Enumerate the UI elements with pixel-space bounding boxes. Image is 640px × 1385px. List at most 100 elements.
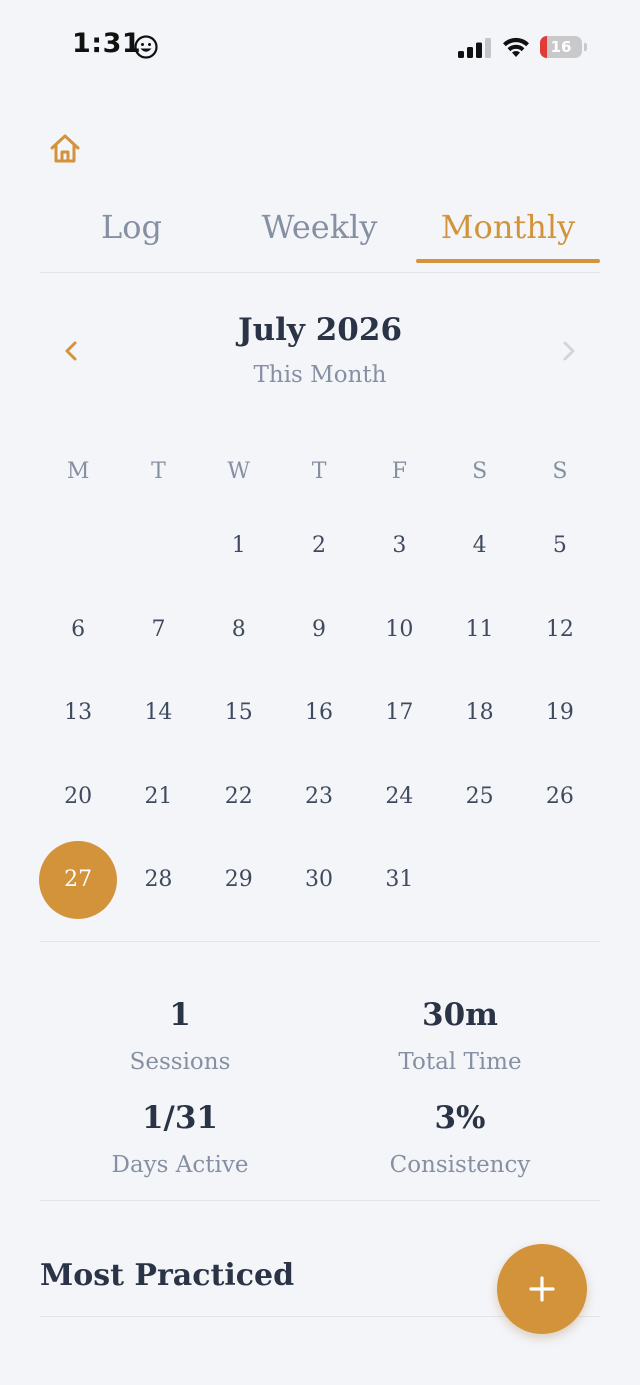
weekday-label: S <box>472 459 488 484</box>
stat-label: Total Time <box>398 1049 522 1075</box>
calendar-day[interactable]: 2 <box>279 504 359 588</box>
weekday-header-row: M T W T F S S <box>38 440 600 504</box>
calendar-day[interactable]: 18 <box>439 671 519 755</box>
calendar-day[interactable]: 25 <box>439 755 519 839</box>
stat-value: 3% <box>434 1100 486 1136</box>
calendar-day-number: 21 <box>144 783 173 809</box>
calendar-day[interactable]: 16 <box>279 671 359 755</box>
plus-icon <box>529 1276 555 1302</box>
calendar-day-number: 16 <box>305 700 334 726</box>
calendar-day-number: 18 <box>465 700 494 726</box>
home-icon <box>50 134 80 163</box>
calendar-day-number: 6 <box>71 616 86 642</box>
calendar-day-number: 29 <box>224 867 253 893</box>
calendar-day-number: 26 <box>545 783 574 809</box>
calendar-day[interactable]: 20 <box>38 755 118 839</box>
weekday-label: S <box>552 459 568 484</box>
calendar-day-number: 20 <box>64 783 93 809</box>
calendar-day-selected[interactable]: 27 <box>38 838 118 922</box>
most-practiced-heading: Most Practiced <box>40 1258 295 1293</box>
month-calendar: M T W T F S S 1 2 3 4 5 6 7 8 9 10 11 12 13 14 15 16 17 1… <box>38 440 600 922</box>
calendar-day-number: 7 <box>151 616 166 642</box>
calendar-day-number: 5 <box>552 533 567 559</box>
stat-value: 1/31 <box>141 1100 219 1136</box>
next-month-button[interactable] <box>554 336 584 366</box>
battery-indicator: 16 <box>540 36 588 58</box>
calendar-day-number: 3 <box>392 533 407 559</box>
calendar-day-number: 25 <box>465 783 494 809</box>
calendar-day[interactable]: 31 <box>359 838 439 922</box>
stat-sessions: 1 Sessions <box>40 990 320 1082</box>
month-title: July 2026 <box>237 312 403 348</box>
calendar-day[interactable]: 6 <box>38 588 118 672</box>
calendar-day[interactable]: 23 <box>279 755 359 839</box>
calendar-day[interactable]: 10 <box>359 588 439 672</box>
weekday-label: M <box>66 459 90 484</box>
tab-monthly[interactable]: Monthly <box>416 196 600 262</box>
weekday-label: T <box>311 459 327 484</box>
calendar-day-number: 28 <box>144 867 173 893</box>
month-navigation: July 2026 This Month <box>40 306 600 396</box>
calendar-day[interactable]: 17 <box>359 671 439 755</box>
calendar-day[interactable]: 12 <box>520 588 600 672</box>
calendar-day-number: 19 <box>545 700 574 726</box>
calendar-day-number: 8 <box>231 616 246 642</box>
status-bar: 1:31 16 <box>0 0 640 92</box>
calendar-day-number: 15 <box>224 700 253 726</box>
calendar-day[interactable]: 4 <box>439 504 519 588</box>
stat-consistency: 3% Consistency <box>320 1093 600 1185</box>
calendar-day[interactable]: 19 <box>520 671 600 755</box>
active-tab-indicator <box>416 259 600 263</box>
divider <box>40 941 600 942</box>
calendar-day[interactable]: 21 <box>118 755 198 839</box>
calendar-day[interactable]: 29 <box>199 838 279 922</box>
calendar-day[interactable]: 7 <box>118 588 198 672</box>
weekday-label: F <box>391 459 407 484</box>
calendar-day-number: 2 <box>312 533 327 559</box>
calendar-day[interactable]: 24 <box>359 755 439 839</box>
chevron-right-icon <box>563 341 575 361</box>
stat-total-time: 30m Total Time <box>320 990 600 1082</box>
calendar-day-number: 17 <box>385 700 414 726</box>
calendar-day[interactable]: 5 <box>520 504 600 588</box>
home-button[interactable] <box>46 130 84 168</box>
cellular-signal-icon <box>458 38 491 58</box>
stat-value: 30m <box>422 997 498 1033</box>
calendar-day[interactable]: 26 <box>520 755 600 839</box>
calendar-day[interactable]: 28 <box>118 838 198 922</box>
calendar-day[interactable]: 30 <box>279 838 359 922</box>
calendar-day-number: 14 <box>144 700 173 726</box>
calendar-day[interactable]: 8 <box>199 588 279 672</box>
divider <box>40 1200 600 1201</box>
calendar-day[interactable]: 15 <box>199 671 279 755</box>
calendar-day-number: 30 <box>305 867 334 893</box>
calendar-day[interactable]: 3 <box>359 504 439 588</box>
calendar-day-number: 11 <box>465 616 494 642</box>
weekday-label: T <box>151 459 166 484</box>
calendar-day[interactable]: 9 <box>279 588 359 672</box>
stat-value: 1 <box>169 997 191 1033</box>
calendar-day[interactable]: 13 <box>38 671 118 755</box>
calendar-empty-cell <box>38 504 118 588</box>
stat-label: Days Active <box>111 1152 249 1178</box>
calendar-day-number: 10 <box>385 616 414 642</box>
add-session-button[interactable] <box>497 1244 587 1334</box>
calendar-day-number: 31 <box>385 867 414 893</box>
calendar-day[interactable]: 1 <box>199 504 279 588</box>
calendar-day-number: 9 <box>312 616 327 642</box>
calendar-day-number: 27 <box>39 840 118 919</box>
smiley-icon <box>134 35 158 59</box>
calendar-day-number: 12 <box>545 616 574 642</box>
calendar-day[interactable]: 11 <box>439 588 519 672</box>
tab-weekly[interactable]: Weekly <box>228 196 411 262</box>
calendar-day[interactable]: 22 <box>199 755 279 839</box>
tab-log[interactable]: Log <box>40 196 223 262</box>
calendar-empty-cell <box>118 504 198 588</box>
calendar-day-number: 22 <box>224 783 253 809</box>
stat-label: Sessions <box>129 1049 231 1075</box>
calendar-day[interactable]: 14 <box>118 671 198 755</box>
calendar-day-number: 23 <box>305 783 334 809</box>
status-time: 1:31 <box>72 28 142 59</box>
calendar-day-number: 24 <box>385 783 414 809</box>
calendar-days-grid: 1 2 3 4 5 6 7 8 9 10 11 12 13 14 15 16 17 18 19 20 21 22 23 24 2… <box>38 504 600 922</box>
